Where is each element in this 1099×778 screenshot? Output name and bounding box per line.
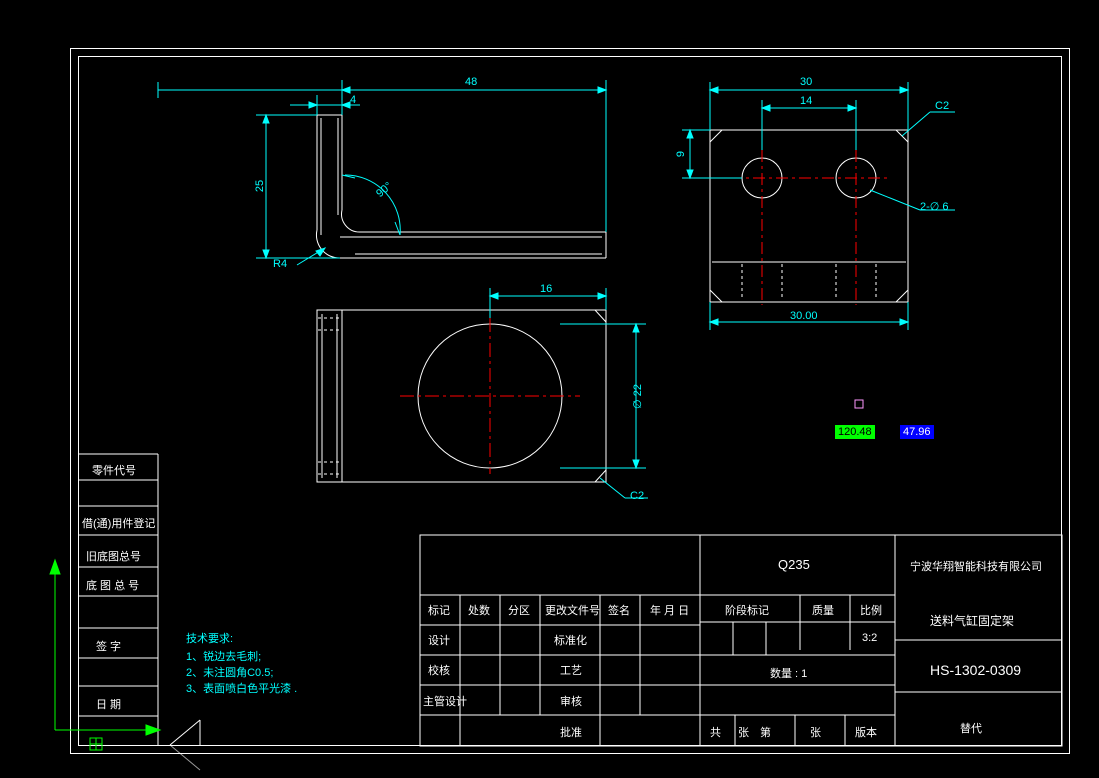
dim-4: 4 xyxy=(350,94,356,106)
notes-2: 2、未注圆角C0.5; xyxy=(186,664,273,680)
tb-biaozhunhua: 标准化 xyxy=(554,632,587,648)
tb-zhuguan: 主管设计 xyxy=(423,693,467,709)
tb-partname: 送料气缸固定架 xyxy=(930,612,1014,629)
tb-gongyi: 工艺 xyxy=(560,662,582,678)
tb-zhang3: 张 xyxy=(810,724,821,740)
lc-4: 底 图 总 号 xyxy=(86,577,139,593)
tb-scale: 3:2 xyxy=(862,632,877,644)
lc-2: 借(通)用件登记 xyxy=(82,515,155,531)
notes-1: 1、锐边去毛刺; xyxy=(186,648,261,664)
tb-fenqu: 分区 xyxy=(508,602,530,618)
tb-tidai: 替代 xyxy=(960,720,982,736)
lc-3: 旧底图总号 xyxy=(86,548,141,564)
lc-6: 日 期 xyxy=(96,696,121,712)
tb-chushu: 处数 xyxy=(468,602,490,618)
dim-r4: R4 xyxy=(273,258,287,270)
tb-zhiliang: 质量 xyxy=(812,602,834,618)
notes-3: 3、表面喷白色平光漆 . xyxy=(186,680,297,696)
tb-biaoji: 标记 xyxy=(428,602,450,618)
notes-title: 技术要求: xyxy=(186,630,233,646)
lc-1: 零件代号 xyxy=(92,462,136,478)
tb-zhang: 第 xyxy=(760,724,771,740)
tb-jiaohe: 校核 xyxy=(428,662,450,678)
dim-c2b: C2 xyxy=(630,490,644,502)
tb-gong: 共 xyxy=(710,724,721,740)
dim-14: 14 xyxy=(800,95,812,107)
tb-partno: HS-1302-0309 xyxy=(930,662,1021,678)
dim-9: 9 xyxy=(675,151,687,157)
tb-banben: 版本 xyxy=(855,724,877,740)
tb-shuliang: 数量 : 1 xyxy=(770,665,807,681)
dim-48: 48 xyxy=(465,76,477,88)
tb-qianming: 签名 xyxy=(608,602,630,618)
dim-22: ∅ 22 xyxy=(631,384,644,409)
tb-wenjian: 更改文件号 xyxy=(545,602,600,618)
tb-bili: 比例 xyxy=(860,602,882,618)
dim-25: 25 xyxy=(254,180,266,192)
tb-shenhe: 审核 xyxy=(560,693,582,709)
tb-nyr: 年 月 日 xyxy=(650,602,689,618)
coord-x: 120.48 xyxy=(835,425,875,439)
dim-bottom: 30.00 xyxy=(790,310,818,322)
dim-16: 16 xyxy=(540,283,552,295)
tb-material: Q235 xyxy=(778,557,810,572)
tb-zhang2: 张 xyxy=(738,724,749,740)
tb-jieduan: 阶段标记 xyxy=(725,602,769,618)
coord-y: 47.96 xyxy=(900,425,934,439)
tb-company: 宁波华翔智能科技有限公司 xyxy=(910,558,1042,574)
dim-h26: 2-∅ 6 xyxy=(920,200,949,213)
lc-5: 签 字 xyxy=(96,638,121,654)
dim-30: 30 xyxy=(800,76,812,88)
tb-pizhun: 批准 xyxy=(560,724,582,740)
tb-sheji: 设计 xyxy=(428,632,450,648)
dim-c2a: C2 xyxy=(935,100,949,112)
